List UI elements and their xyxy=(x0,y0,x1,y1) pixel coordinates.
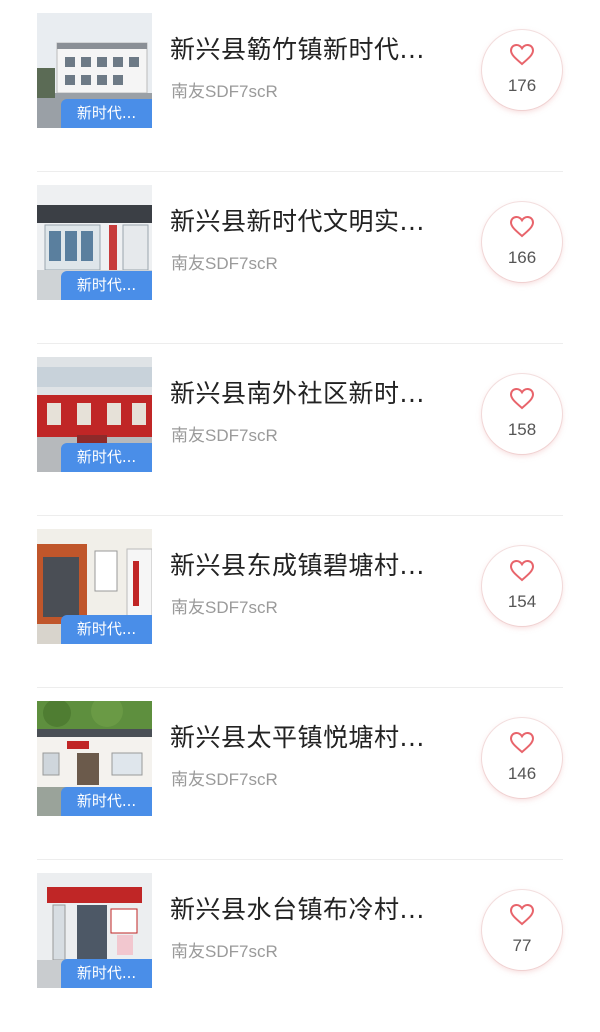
item-author: 南友SDF7scR xyxy=(171,426,278,445)
thumbnail-image[interactable]: 新时代... xyxy=(37,701,152,816)
like-count: 166 xyxy=(507,248,537,267)
category-tag: 新时代... xyxy=(61,787,152,816)
article-list: 新时代... 新兴县簕竹镇新时代... 南友SDF7scR 176 新时代...… xyxy=(0,0,600,994)
like-button[interactable]: 77 xyxy=(482,890,562,970)
list-item[interactable]: 新时代... 新兴县太平镇悦塘村... 南友SDF7scR 146 xyxy=(0,688,600,860)
category-tag: 新时代... xyxy=(61,443,152,472)
like-button[interactable]: 166 xyxy=(482,202,562,282)
category-tag: 新时代... xyxy=(61,271,152,300)
item-title[interactable]: 新兴县东成镇碧塘村... xyxy=(170,546,460,582)
list-item[interactable]: 新时代... 新兴县东成镇碧塘村... 南友SDF7scR 154 xyxy=(0,516,600,688)
heart-outline-icon xyxy=(510,732,534,754)
category-tag: 新时代... xyxy=(61,959,152,988)
category-tag: 新时代... xyxy=(61,99,152,128)
list-item[interactable]: 新时代... 新兴县南外社区新时... 南友SDF7scR 158 xyxy=(0,344,600,516)
heart-outline-icon xyxy=(510,216,534,238)
thumbnail-image[interactable]: 新时代... xyxy=(37,185,152,300)
thumbnail-image[interactable]: 新时代... xyxy=(37,873,152,988)
item-title[interactable]: 新兴县新时代文明实... xyxy=(170,202,460,238)
item-title[interactable]: 新兴县水台镇布冷村... xyxy=(170,890,460,926)
like-count: 154 xyxy=(507,592,537,611)
like-count: 158 xyxy=(507,420,537,439)
item-author: 南友SDF7scR xyxy=(171,770,278,789)
list-item[interactable]: 新时代... 新兴县水台镇布冷村... 南友SDF7scR 77 xyxy=(0,860,600,1032)
item-title[interactable]: 新兴县太平镇悦塘村... xyxy=(170,718,460,754)
list-item[interactable]: 新时代... 新兴县簕竹镇新时代... 南友SDF7scR 176 xyxy=(0,0,600,172)
item-author: 南友SDF7scR xyxy=(171,254,278,273)
heart-outline-icon xyxy=(510,44,534,66)
heart-outline-icon xyxy=(510,904,534,926)
item-author: 南友SDF7scR xyxy=(171,82,278,101)
like-count: 77 xyxy=(512,936,532,955)
thumbnail-image[interactable]: 新时代... xyxy=(37,357,152,472)
item-title[interactable]: 新兴县簕竹镇新时代... xyxy=(170,30,460,66)
category-tag: 新时代... xyxy=(61,615,152,644)
heart-outline-icon xyxy=(510,388,534,410)
like-count: 176 xyxy=(507,76,537,95)
like-button[interactable]: 176 xyxy=(482,30,562,110)
like-button[interactable]: 154 xyxy=(482,546,562,626)
list-item[interactable]: 新时代... 新兴县新时代文明实... 南友SDF7scR 166 xyxy=(0,172,600,344)
item-title[interactable]: 新兴县南外社区新时... xyxy=(170,374,460,410)
thumbnail-image[interactable]: 新时代... xyxy=(37,13,152,128)
like-button[interactable]: 146 xyxy=(482,718,562,798)
item-author: 南友SDF7scR xyxy=(171,598,278,617)
heart-outline-icon xyxy=(510,560,534,582)
like-button[interactable]: 158 xyxy=(482,374,562,454)
like-count: 146 xyxy=(507,764,537,783)
thumbnail-image[interactable]: 新时代... xyxy=(37,529,152,644)
item-author: 南友SDF7scR xyxy=(171,942,278,961)
